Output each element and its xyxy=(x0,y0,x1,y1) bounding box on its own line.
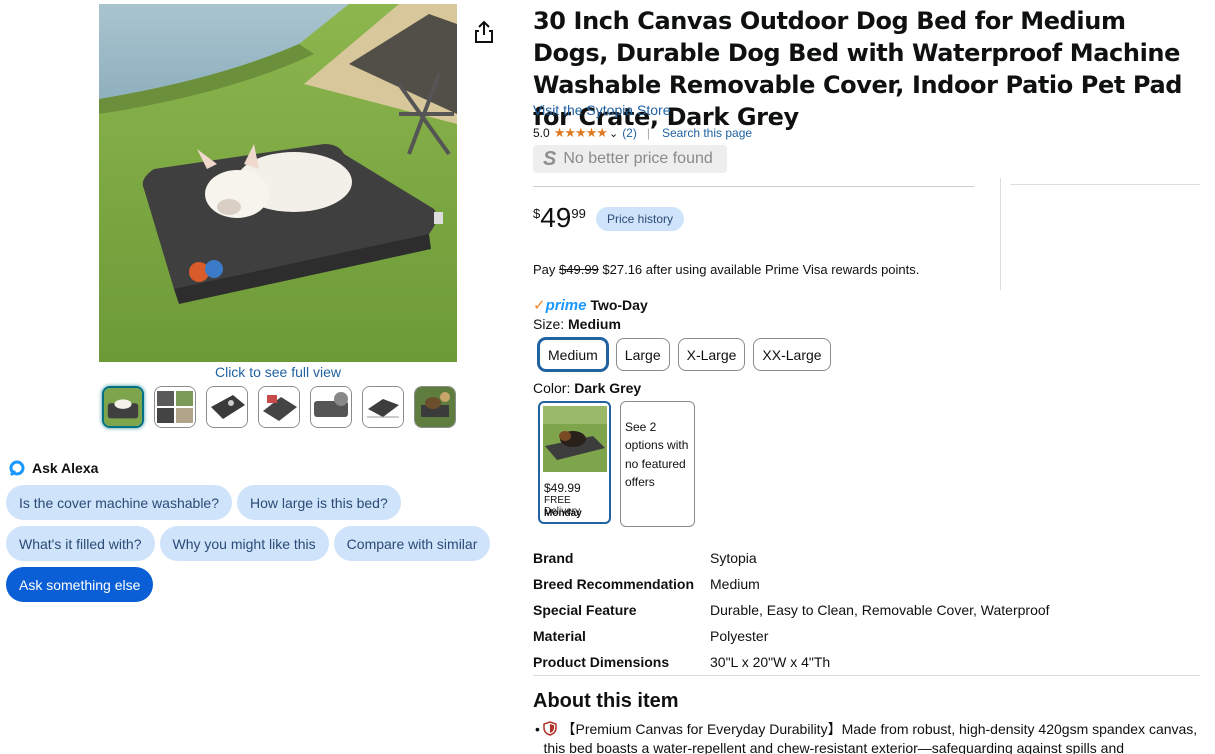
spec-key: Breed Recommendation xyxy=(533,576,695,592)
about-bullet-text: 【Premium Canvas for Everyday Durability】… xyxy=(543,721,1198,754)
spec-value: Polyester xyxy=(710,628,769,644)
spec-row: Brand Sytopia xyxy=(533,545,1050,571)
thumbnail[interactable] xyxy=(154,386,196,428)
color-selected: Dark Grey xyxy=(574,380,642,396)
spec-key: Material xyxy=(533,628,586,644)
spec-value: Medium xyxy=(710,576,760,592)
price-badge-text: No better price found xyxy=(563,150,713,167)
see-options-button[interactable]: See 2 options with no featured offers xyxy=(620,401,695,527)
prime-logo: prime xyxy=(545,296,587,314)
alexa-chip-filling[interactable]: What's it filled with? xyxy=(6,526,155,561)
alexa-suggestions: Is the cover machine washable? How large… xyxy=(6,485,506,608)
spec-value: Sytopia xyxy=(710,550,757,566)
rating-row: 5.0 ★★★★★ ⌄ (2) | Search this page xyxy=(533,125,752,141)
rating-count-link[interactable]: (2) xyxy=(622,126,637,140)
store-link[interactable]: Visit the Sytopia Store xyxy=(533,102,670,118)
divider xyxy=(533,186,974,187)
bullet-dot: • xyxy=(535,721,540,737)
price-tracker-icon: S xyxy=(543,147,557,170)
full-view-link[interactable]: Click to see full view xyxy=(99,364,457,380)
ask-alexa-label: Ask Alexa xyxy=(32,460,99,476)
alexa-chip-compare[interactable]: Compare with similar xyxy=(333,526,491,561)
spec-row: Material Polyester xyxy=(533,623,1050,649)
star-rating-icon[interactable]: ★★★★★ xyxy=(554,125,608,141)
size-options: Medium Large X-Large XX-Large xyxy=(538,338,831,371)
chevron-down-icon[interactable]: ⌄ xyxy=(609,127,618,140)
about-bullet: • 【Premium Canvas for Everyday Durabilit… xyxy=(535,720,1200,754)
price-fraction: 99 xyxy=(571,206,586,221)
spec-row: Product Dimensions 30"L x 20"W x 4"Th xyxy=(533,649,1050,675)
main-product-image[interactable] xyxy=(99,4,457,362)
alexa-chip-why-like[interactable]: Why you might like this xyxy=(159,526,329,561)
search-this-page-link[interactable]: Search this page xyxy=(662,126,752,140)
swatch-image xyxy=(543,406,607,472)
color-swatch-dark-grey[interactable]: $49.99 FREE Delivery Monday xyxy=(538,401,611,524)
thumbnail[interactable] xyxy=(362,386,404,428)
divider xyxy=(1000,178,1001,290)
price-symbol: $ xyxy=(533,206,541,221)
divider xyxy=(1010,184,1200,185)
pay-prefix: Pay xyxy=(533,262,560,277)
size-label: Size: Medium xyxy=(533,316,621,332)
swatch-delivery-day: Monday xyxy=(544,508,582,519)
spec-value: Durable, Easy to Clean, Removable Cover,… xyxy=(710,602,1050,618)
prime-delivery-speed: Two-Day xyxy=(590,297,648,313)
alexa-icon xyxy=(9,460,25,476)
share-icon[interactable] xyxy=(473,20,495,44)
pay-suffix: $27.16 after using available Prime Visa … xyxy=(598,262,920,277)
price-whole: 49 xyxy=(540,202,572,233)
prime-check-icon: ✓ xyxy=(533,297,546,314)
size-option-x-large[interactable]: X-Large xyxy=(677,338,746,371)
prime-visa-offer: Pay $49.99 $27.16 after using available … xyxy=(533,262,919,277)
size-option-xx-large[interactable]: XX-Large xyxy=(753,338,831,371)
rating-score: 5.0 xyxy=(533,126,550,140)
spec-key: Product Dimensions xyxy=(533,654,670,670)
shield-icon xyxy=(543,721,558,736)
price-tracker-badge[interactable]: S No better price found xyxy=(533,145,727,173)
size-option-large[interactable]: Large xyxy=(615,338,670,371)
spec-value: 30"L x 20"W x 4"Th xyxy=(710,654,831,670)
spec-key: Brand xyxy=(533,550,574,566)
spec-row: Breed Recommendation Medium xyxy=(533,571,1050,597)
thumbnail[interactable] xyxy=(258,386,300,428)
color-label-text: Color: xyxy=(533,380,575,396)
divider: | xyxy=(646,126,650,140)
alexa-chip-washable[interactable]: Is the cover machine washable? xyxy=(6,485,232,520)
product-specs: Brand Sytopia Breed Recommendation Mediu… xyxy=(533,545,1050,675)
price: $ 49 99 xyxy=(533,203,586,233)
color-label: Color: Dark Grey xyxy=(533,380,641,396)
pay-original-price: $49.99 xyxy=(559,262,599,277)
ask-something-else-button[interactable]: Ask something else xyxy=(6,567,154,602)
thumbnail-strip xyxy=(102,386,456,428)
spec-key: Special Feature xyxy=(533,602,637,618)
thumbnail[interactable] xyxy=(206,386,248,428)
prime-delivery: ✓ prime Two-Day xyxy=(533,296,648,315)
thumbnail[interactable] xyxy=(310,386,352,428)
spec-row: Special Feature Durable, Easy to Clean, … xyxy=(533,597,1050,623)
alexa-chip-size[interactable]: How large is this bed? xyxy=(237,485,401,520)
size-option-medium[interactable]: Medium xyxy=(538,338,608,371)
size-selected: Medium xyxy=(568,316,621,332)
price-history-button[interactable]: Price history xyxy=(596,207,685,231)
thumbnail[interactable] xyxy=(414,386,456,428)
size-label-text: Size: xyxy=(533,316,569,332)
about-heading: About this item xyxy=(533,690,679,712)
divider xyxy=(533,675,1200,676)
thumbnail[interactable] xyxy=(102,386,144,428)
swatch-price: $49.99 xyxy=(544,481,581,495)
ask-alexa-heading: Ask Alexa xyxy=(9,460,98,476)
